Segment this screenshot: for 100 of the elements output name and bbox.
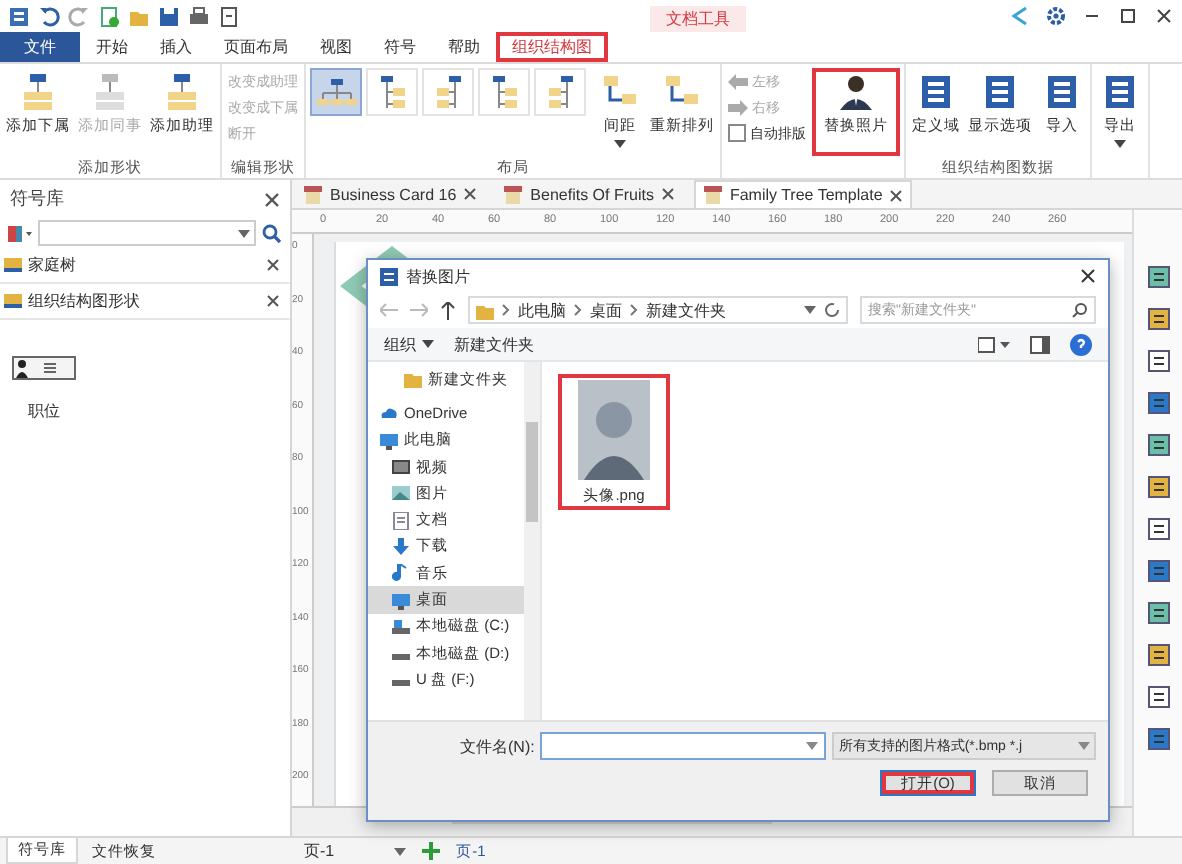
library-icon[interactable] (8, 223, 32, 243)
preview-pane-icon[interactable] (1030, 335, 1050, 353)
help-icon[interactable] (1070, 333, 1092, 355)
caret-icon (422, 340, 434, 348)
search-field[interactable] (38, 220, 256, 246)
person-icon (834, 72, 878, 112)
document-tab[interactable]: Business Card 16 (296, 180, 485, 208)
vertical-scrollbar[interactable] (524, 362, 540, 720)
picture-icon (392, 484, 410, 503)
share-icon[interactable] (1010, 6, 1030, 26)
document-icon (392, 511, 410, 530)
ribbon-tab[interactable]: 组织结构图 (496, 32, 608, 62)
panel-tool-icon[interactable] (1147, 686, 1169, 708)
refresh-icon[interactable] (824, 302, 840, 318)
document-tab[interactable]: Benefits Of Fruits (496, 180, 682, 208)
chevron-icon (630, 304, 638, 316)
print-icon[interactable] (188, 5, 210, 27)
caret-icon (394, 847, 407, 855)
save-icon[interactable] (158, 5, 180, 27)
dialog-title: 替换图片 (406, 265, 472, 287)
address-bar[interactable]: 此电脑 桌面 新建文件夹 (468, 296, 848, 324)
panel-tool-icon[interactable] (1147, 560, 1169, 582)
library-icon (4, 256, 22, 274)
video-icon (392, 458, 410, 477)
path-segment[interactable]: 桌面 (590, 299, 622, 321)
search-icon (1072, 302, 1088, 318)
path-segment[interactable]: 新建文件夹 (646, 299, 726, 321)
document-icon (504, 185, 523, 203)
panel-tool-icon[interactable] (1147, 350, 1169, 372)
document-tab[interactable]: Family Tree Template (693, 180, 913, 208)
panel-tool-icon[interactable] (1147, 266, 1169, 288)
panel-tool-icon[interactable] (1147, 308, 1169, 330)
close-icon[interactable] (266, 258, 280, 272)
position-shape-icon[interactable] (12, 356, 76, 380)
settings-icon[interactable] (1046, 6, 1066, 26)
panel-title: 符号库 (10, 186, 64, 212)
layout-option[interactable] (310, 68, 362, 116)
document-icon[interactable] (218, 5, 240, 27)
view-options-icon[interactable] (978, 335, 1010, 353)
panel-tool-icon[interactable] (1147, 644, 1169, 666)
panel-tool-icon[interactable] (1147, 518, 1169, 540)
panel-tool-icon[interactable] (1147, 728, 1169, 750)
path-segment[interactable]: 此电脑 (518, 299, 566, 321)
cloud-icon (380, 404, 398, 423)
library-icon (4, 292, 22, 310)
close-icon[interactable] (1154, 6, 1174, 26)
new-folder-button[interactable]: 新建文件夹 (454, 333, 534, 355)
library-name[interactable]: 组织结构图形状 (28, 290, 260, 312)
shape-label: 职位 (26, 400, 60, 422)
ribbon-tab[interactable]: 视图 (304, 32, 368, 62)
close-icon[interactable] (890, 189, 903, 201)
panel-tool-icon[interactable] (1147, 476, 1169, 498)
caret-icon (1114, 140, 1126, 148)
music-icon (392, 564, 410, 583)
ribbon-tab[interactable]: 文件 (0, 32, 80, 62)
left-arrow-icon (728, 73, 748, 89)
chevron-icon (574, 304, 582, 316)
org-chart-icon (315, 78, 357, 106)
panel-tool-icon[interactable] (1147, 602, 1169, 624)
filename-label: 文件名(N): (460, 735, 535, 757)
desktop-icon (392, 591, 410, 610)
document-icon (304, 185, 322, 203)
ribbon-tab[interactable]: 页面布局 (208, 32, 304, 62)
caret-icon (614, 140, 626, 148)
folder-icon (404, 370, 422, 389)
organize-menu[interactable]: 组织 (384, 333, 434, 355)
pc-icon (380, 431, 398, 450)
close-icon[interactable] (464, 188, 477, 200)
context-tab-label: 文档工具 (650, 6, 746, 32)
close-icon[interactable] (266, 294, 280, 308)
caret-icon[interactable] (804, 306, 816, 314)
right-arrow-icon (728, 99, 748, 115)
close-icon[interactable] (264, 191, 280, 207)
ribbon-tab[interactable]: 插入 (144, 32, 208, 62)
search-icon[interactable] (262, 223, 282, 243)
ribbon-tab[interactable]: 符号 (368, 32, 432, 62)
library-name[interactable]: 家庭树 (28, 254, 260, 276)
close-icon[interactable] (1080, 268, 1096, 284)
ribbon-tab[interactable]: 开始 (80, 32, 144, 62)
org-chart-icon (435, 76, 461, 108)
org-chart-icon (547, 76, 573, 108)
panel-tool-icon[interactable] (1147, 434, 1169, 456)
org-chart-icon (491, 76, 517, 108)
filename-field[interactable] (540, 732, 827, 760)
window-icon (380, 267, 398, 285)
page-selector[interactable]: 页-1 (304, 840, 407, 862)
close-icon[interactable] (661, 188, 674, 200)
ribbon-tab[interactable]: 帮助 (432, 32, 496, 62)
caret-icon (238, 229, 250, 237)
disk-icon (392, 617, 410, 636)
maximize-icon[interactable] (1118, 6, 1138, 26)
photo-placeholder (578, 379, 650, 479)
caret-icon (806, 742, 819, 750)
add-page-icon[interactable] (422, 842, 441, 860)
app-icon (8, 5, 30, 27)
panel-tool-icon[interactable] (1147, 392, 1169, 414)
undo-icon[interactable] (38, 5, 60, 27)
org-chart-icon (379, 76, 405, 108)
new-file-icon[interactable] (98, 5, 120, 27)
up-icon[interactable] (440, 301, 456, 319)
